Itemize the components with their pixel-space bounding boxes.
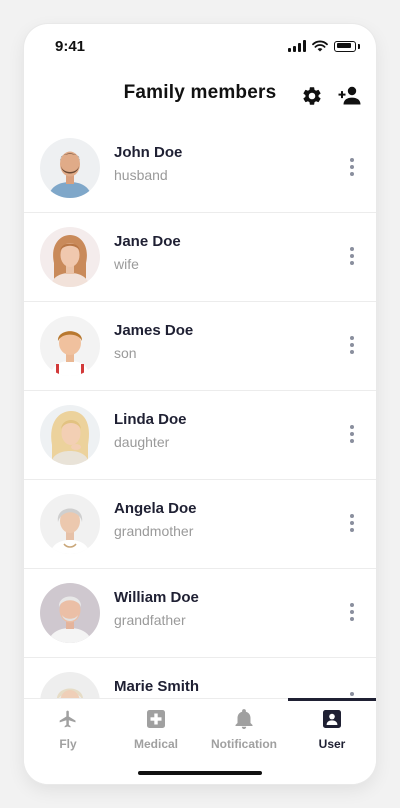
- tab-fly[interactable]: Fly: [24, 699, 112, 759]
- signal-icon: [288, 40, 306, 52]
- bottom-tab-bar: Fly Medical Notification User: [24, 698, 376, 784]
- member-relation: daughter: [114, 434, 170, 450]
- avatar: [40, 672, 100, 700]
- tab-label: Notification: [211, 737, 277, 751]
- tab-label: User: [318, 737, 346, 751]
- add-member-button[interactable]: [334, 80, 366, 112]
- header: Family members: [24, 68, 376, 124]
- person-add-icon: [338, 86, 361, 105]
- more-options-button[interactable]: [344, 241, 360, 271]
- more-options-button[interactable]: [344, 152, 360, 182]
- status-time: 9:41: [55, 38, 86, 55]
- member-relation: grandfather: [114, 612, 186, 628]
- member-relation: husband: [114, 167, 168, 183]
- member-row-james-doe[interactable]: James Doe son: [24, 302, 376, 391]
- member-row-john-doe[interactable]: John Doe husband: [24, 124, 376, 213]
- member-row-jane-doe[interactable]: Jane Doe wife: [24, 213, 376, 302]
- medical-kit-icon: [147, 710, 165, 728]
- avatar: [40, 583, 100, 643]
- member-name: Marie Smith: [114, 678, 200, 695]
- avatar: [40, 227, 100, 287]
- member-name: William Doe: [114, 589, 199, 606]
- more-options-button[interactable]: [344, 419, 360, 449]
- more-options-button[interactable]: [344, 508, 360, 538]
- wifi-icon: [312, 40, 328, 52]
- user-badge-icon: [323, 710, 341, 728]
- tab-label: Medical: [133, 737, 178, 751]
- member-relation: son: [114, 345, 137, 361]
- airplane-icon: [59, 710, 76, 728]
- bell-icon: [235, 709, 253, 729]
- tab-medical[interactable]: Medical: [112, 699, 200, 759]
- member-row-linda-doe[interactable]: Linda Doe daughter: [24, 391, 376, 480]
- member-relation: grandmother: [114, 523, 194, 539]
- avatar: [40, 316, 100, 376]
- member-row-marie-smith[interactable]: Marie Smith: [24, 658, 376, 700]
- more-options-button[interactable]: [344, 597, 360, 627]
- gear-icon: [303, 87, 321, 105]
- avatar: [40, 494, 100, 554]
- status-icons: [288, 39, 360, 53]
- avatar: [40, 405, 100, 465]
- battery-icon: [334, 40, 356, 52]
- status-bar: 9:41: [24, 24, 376, 68]
- member-row-william-doe[interactable]: William Doe grandfather: [24, 569, 376, 658]
- tab-user[interactable]: User: [288, 699, 376, 759]
- member-relation: wife: [114, 256, 139, 272]
- settings-button[interactable]: [296, 80, 328, 112]
- tab-notification[interactable]: Notification: [200, 699, 288, 759]
- member-name: James Doe: [114, 322, 194, 339]
- more-options-button[interactable]: [344, 330, 360, 360]
- family-member-list: John Doe husband Jane Doe wife James Doe…: [24, 124, 376, 700]
- home-indicator: [138, 771, 262, 775]
- member-name: John Doe: [114, 144, 183, 161]
- phone-screen: 9:41 Family members John Doe husband Jan…: [24, 24, 376, 784]
- member-name: Jane Doe: [114, 233, 181, 250]
- member-row-angela-doe[interactable]: Angela Doe grandmother: [24, 480, 376, 569]
- member-name: Linda Doe: [114, 411, 187, 428]
- avatar: [40, 138, 100, 198]
- member-name: Angela Doe: [114, 500, 197, 517]
- tab-label: Fly: [59, 737, 77, 751]
